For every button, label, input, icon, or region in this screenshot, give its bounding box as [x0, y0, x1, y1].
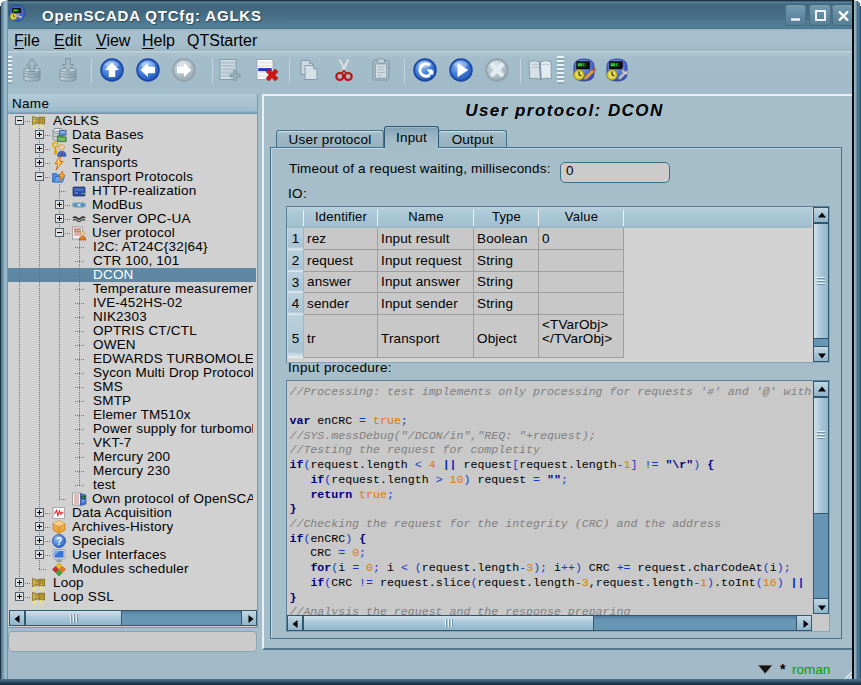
svg-text:?: ? [56, 536, 62, 547]
